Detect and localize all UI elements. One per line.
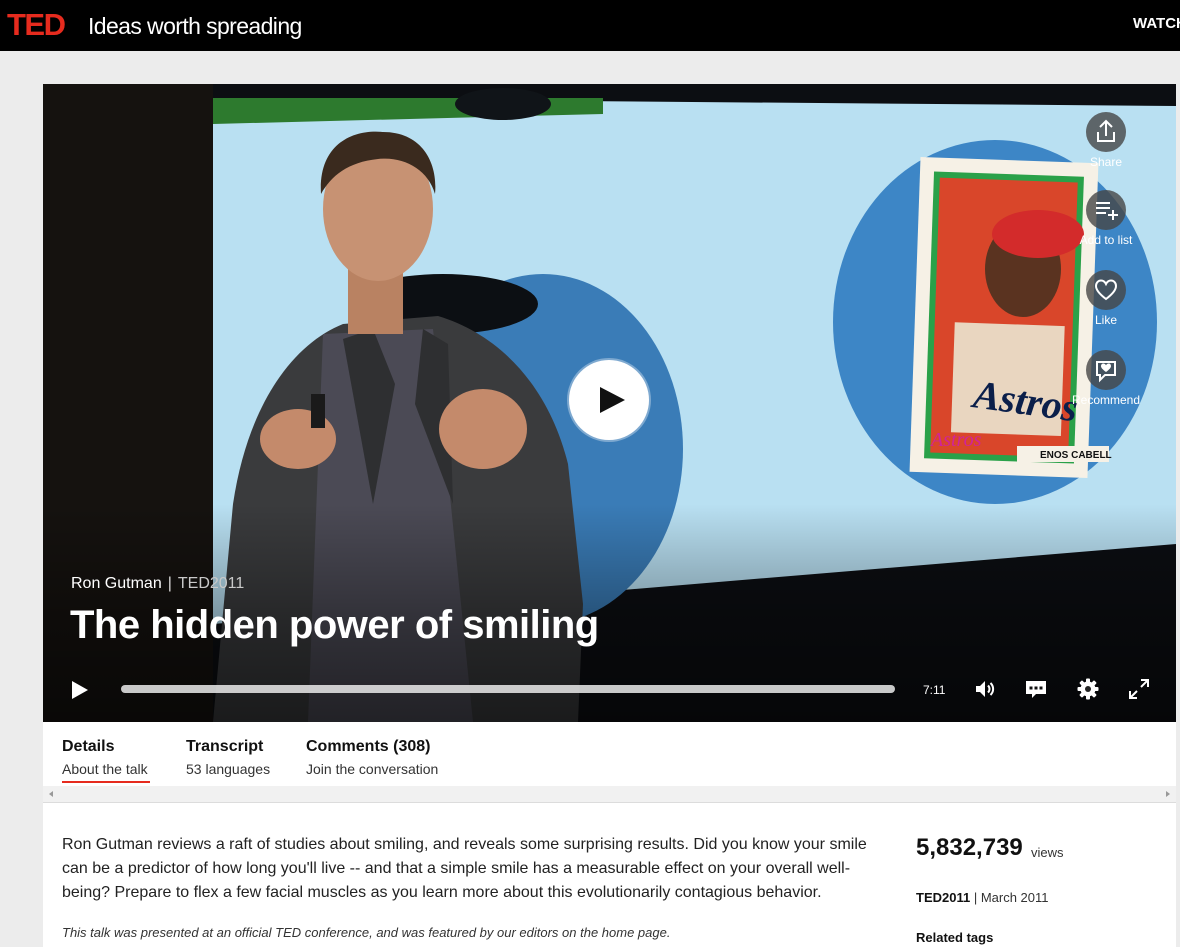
views-label: views [1031,845,1064,860]
slide-card-player-name: ENOS CABELL [1040,450,1112,461]
volume-icon[interactable] [973,677,997,701]
like-circle [1086,270,1126,310]
like-label: Like [1094,313,1117,327]
like-action[interactable]: Like [1070,270,1142,328]
add-to-list-icon [1096,202,1118,220]
add-to-list-label: Add to list [1079,233,1133,247]
event-name[interactable]: TED2011 [178,575,244,592]
featured-note: This talk was presented at an official T… [62,925,671,940]
nav-watch-link[interactable]: WATCH [1133,15,1180,33]
settings-gear-icon[interactable] [1076,677,1100,701]
separator: | [167,575,172,592]
recommend-label: Recommend [1071,393,1141,407]
speaker-name[interactable]: Ron Gutman [71,575,162,592]
add-to-list-circle [1086,190,1126,230]
control-play-icon[interactable] [67,678,91,702]
top-navigation-bar: TED Ideas worth spreading WATCH [0,0,1180,51]
big-play-button[interactable] [569,360,649,440]
tab-title: Details [62,738,115,755]
play-icon [600,387,625,413]
talk-details: Ron Gutman reviews a raft of studies abo… [43,802,1176,947]
share-action[interactable]: Share [1070,112,1142,170]
talk-title: The hidden power of smiling [70,603,599,647]
slide-card-team-script: Astros [929,429,982,451]
progress-bar[interactable] [121,685,895,693]
active-tab-indicator [62,781,150,783]
related-tags-heading: Related tags [916,930,994,945]
talk-tabs: Details About the talk Transcript 53 lan… [43,722,1176,786]
share-label: Share [1089,155,1123,169]
tab-comments[interactable]: Comments (308) Join the conversation [306,737,438,778]
captions-icon[interactable] [1024,677,1048,701]
tab-subtitle: 53 languages [186,761,271,777]
tagline: Ideas worth spreading [88,13,302,39]
heart-icon [1094,279,1118,301]
event-date: March 2011 [980,890,1049,905]
scroll-left-arrow-icon[interactable] [46,789,56,799]
speaker-event-line: Ron Gutman | TED2011 [71,574,244,594]
recommend-icon [1096,361,1116,383]
tab-title: Comments (308) [306,738,431,755]
recommend-circle [1086,350,1126,390]
tabs-scrollbar[interactable] [43,786,1176,802]
tab-subtitle: About the talk [62,761,148,777]
share-icon [1097,119,1115,142]
tab-title: Transcript [186,738,264,755]
event-link[interactable]: TED2011 [916,890,970,905]
tab-transcript[interactable]: Transcript 53 languages [186,737,270,778]
share-circle [1086,112,1126,152]
fullscreen-icon[interactable] [1127,677,1151,701]
recommend-action[interactable]: Recommend [1070,350,1142,408]
event-date-line: TED2011 | March 2011 [916,890,1049,905]
duration-label: 7:11 [923,683,946,697]
views-count: 5,832,739 [916,834,1023,861]
talk-description: Ron Gutman reviews a raft of studies abo… [62,836,867,901]
tab-details[interactable]: Details About the talk [62,737,150,783]
video-player[interactable]: Astros Astros ENOS CABELL Share Add to l… [43,84,1176,722]
ted-logo[interactable]: TED [7,7,66,43]
add-to-list-action[interactable]: Add to list [1070,190,1142,248]
tab-subtitle: Join the conversation [306,761,439,777]
scroll-right-arrow-icon[interactable] [1163,789,1173,799]
